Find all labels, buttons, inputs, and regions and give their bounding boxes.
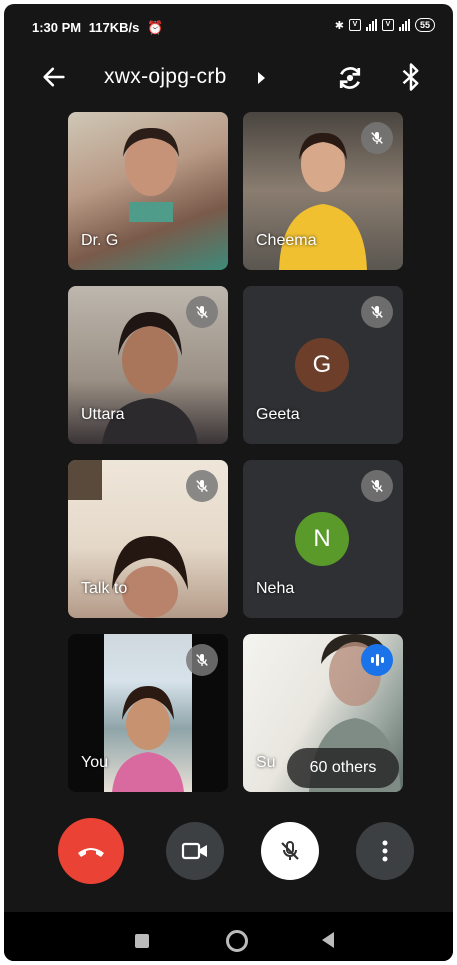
volte-icon: V — [348, 19, 361, 31]
muted-icon — [361, 122, 393, 154]
bluetooth-icon[interactable] — [400, 62, 422, 92]
alarm-icon: ⏰ — [146, 20, 164, 35]
participant-tile[interactable]: You — [68, 634, 228, 792]
meeting-code[interactable]: xwx-ojpg-crb — [104, 65, 227, 89]
self-video — [104, 634, 192, 792]
home-button[interactable] — [226, 930, 248, 952]
participant-tile[interactable]: N Neha — [243, 460, 403, 618]
participant-name: Talk to — [81, 580, 128, 597]
muted-icon — [186, 296, 218, 328]
camera-toggle-button[interactable] — [166, 822, 224, 880]
back-arrow-icon[interactable] — [40, 63, 68, 91]
participant-name: Su — [256, 754, 276, 771]
recents-button[interactable] — [135, 934, 149, 948]
participant-name: You — [81, 754, 108, 771]
battery-icon: 55 — [414, 18, 435, 32]
more-options-button[interactable] — [356, 822, 414, 880]
participant-tile[interactable]: Cheema — [243, 112, 403, 270]
speaking-indicator-icon — [361, 644, 393, 676]
avatar: N — [295, 512, 349, 566]
participant-tile[interactable]: Uttara — [68, 286, 228, 444]
participant-name: Neha — [256, 580, 295, 597]
mic-toggle-button[interactable] — [261, 822, 319, 880]
switch-camera-icon[interactable] — [335, 63, 365, 93]
volte-icon-2: V — [381, 19, 394, 31]
muted-icon — [361, 296, 393, 328]
phone-screen: 1:30 PM 117KB/s ⏰ ✱ V V 55 xwx-ojpg-crb — [4, 4, 453, 961]
call-top-bar: xwx-ojpg-crb — [4, 50, 453, 106]
participant-name: Geeta — [256, 406, 300, 423]
muted-icon — [186, 470, 218, 502]
participant-tile[interactable]: Dr. G — [68, 112, 228, 270]
others-count-button[interactable]: 60 others — [287, 748, 399, 788]
muted-icon — [186, 644, 218, 676]
participant-tile[interactable]: G Geeta — [243, 286, 403, 444]
caret-right-icon[interactable] — [258, 72, 265, 84]
network-speed: 117KB/s — [88, 20, 140, 35]
end-call-button[interactable] — [58, 818, 124, 884]
system-nav-bar — [4, 912, 453, 961]
participant-video — [112, 686, 184, 792]
wall-frame — [68, 460, 102, 500]
participant-name: Uttara — [81, 406, 125, 423]
signal-icon-2 — [398, 19, 410, 31]
participant-video — [123, 127, 179, 222]
participant-video — [112, 536, 188, 618]
muted-icon — [361, 470, 393, 502]
status-bar: 1:30 PM 117KB/s ⏰ ✱ V V 55 — [4, 4, 453, 50]
status-time: 1:30 PM — [32, 20, 82, 35]
bluetooth-status-icon: ✱ — [334, 19, 344, 32]
more-vert-icon — [382, 840, 388, 862]
participant-name: Cheema — [256, 232, 317, 249]
video-camera-icon — [181, 842, 207, 860]
avatar-initial: N — [313, 525, 331, 552]
phone-hangup-icon — [78, 848, 104, 857]
mic-off-icon — [281, 841, 299, 860]
participant-tile[interactable]: Talk to — [68, 460, 228, 618]
signal-icon — [365, 19, 377, 31]
nav-back-button[interactable] — [322, 932, 334, 948]
avatar-initial: G — [312, 351, 332, 378]
avatar: G — [295, 338, 349, 392]
participant-name: Dr. G — [81, 232, 119, 249]
